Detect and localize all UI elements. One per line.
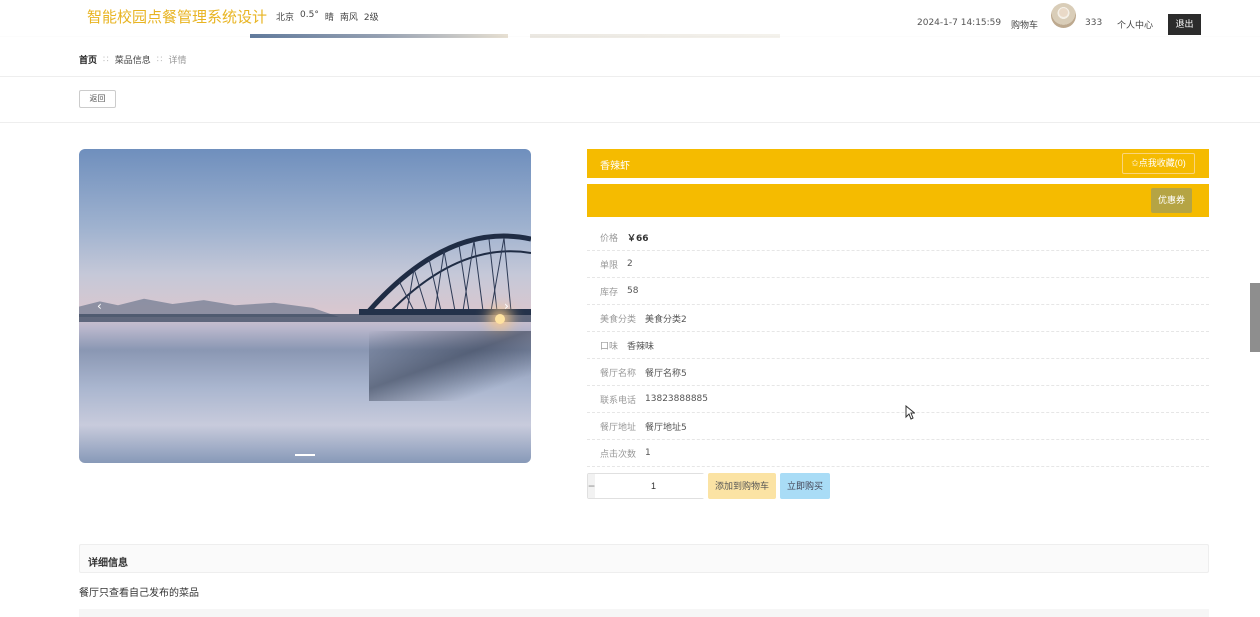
weather-city: 北京 — [276, 13, 295, 23]
weather-temp: 0.5° — [300, 10, 319, 20]
breadcrumb-home[interactable]: 首页 — [79, 53, 97, 66]
field-label: 价格 — [600, 233, 619, 244]
divider — [0, 76, 1260, 77]
avatar[interactable] — [1051, 3, 1076, 28]
quantity-stepper: − + — [587, 473, 720, 499]
weather-wind: 南风 — [339, 13, 358, 23]
field-value: 58 — [627, 286, 639, 296]
banner-strip — [0, 34, 1260, 38]
field-row-price: 价格 ￥66 — [587, 224, 1209, 251]
field-value: 13823888885 — [645, 394, 709, 404]
buy-now-button[interactable]: 立即购买 — [780, 473, 830, 499]
field-label: 联系电话 — [600, 395, 637, 406]
field-row-restaurant: 餐厅名称 餐厅名称5 — [587, 359, 1209, 386]
detail-heading: 详细信息 — [88, 558, 128, 569]
site-title[interactable]: 智能校园点餐管理系统设计 — [87, 6, 267, 27]
breadcrumb: 首页 ∷ 菜品信息 ∷ 详情 — [79, 53, 187, 67]
username: 333 — [1085, 18, 1103, 28]
breadcrumb-separator: ∷ — [103, 54, 109, 65]
field-value: 餐厅名称5 — [645, 368, 687, 379]
top-navbar: 智能校园点餐管理系统设计 北京 0.5° 晴 南风 2级 2024-1-7 14… — [0, 0, 1260, 38]
add-to-cart-button[interactable]: 添加到购物车 — [708, 473, 776, 499]
detail-text: 餐厅只查看自己发布的菜品 — [79, 588, 199, 599]
weather-level: 2级 — [363, 13, 379, 23]
field-label: 点击次数 — [600, 449, 637, 460]
coupon-bar: 优惠券 — [587, 184, 1209, 217]
mouse-cursor-icon — [905, 405, 915, 420]
current-datetime: 2024-1-7 14:15:59 — [917, 18, 1002, 28]
product-image-carousel[interactable]: ‹ › — [79, 149, 531, 463]
carousel-image-reflection — [369, 331, 531, 401]
product-fields: 价格 ￥66 单限 2 库存 58 美食分类 美食分类2 口味 香辣味 餐厅名称… — [587, 224, 1209, 467]
product-title-bar: 香辣虾 ✩点我收藏(0) — [587, 149, 1209, 178]
carousel-indicator[interactable] — [295, 454, 315, 456]
quantity-decrement-button[interactable]: − — [588, 474, 596, 498]
breadcrumb-section[interactable]: 菜品信息 — [115, 53, 151, 66]
detail-content-area — [79, 609, 1209, 617]
breadcrumb-current: 详情 — [168, 56, 187, 66]
field-label: 库存 — [600, 287, 619, 298]
field-value: 1 — [645, 448, 651, 458]
field-row-phone: 联系电话 13823888885 — [587, 386, 1209, 413]
field-label: 美食分类 — [600, 314, 637, 325]
field-value: 香辣味 — [627, 341, 655, 352]
field-value: 美食分类2 — [645, 314, 687, 325]
carousel-prev-icon[interactable]: ‹ — [97, 299, 102, 313]
field-row-limit: 单限 2 — [587, 251, 1209, 278]
product-name: 香辣虾 — [600, 161, 630, 172]
quantity-input[interactable] — [595, 474, 713, 498]
field-value: 2 — [627, 259, 633, 269]
logout-button[interactable]: 退出 — [1168, 14, 1201, 35]
favorite-button[interactable]: ✩点我收藏(0) — [1122, 153, 1195, 174]
field-value: 餐厅地址5 — [645, 422, 687, 433]
field-label: 餐厅地址 — [600, 422, 637, 433]
cart-link[interactable]: 购物车 — [1011, 18, 1038, 31]
field-label: 餐厅名称 — [600, 368, 637, 379]
field-value: ￥66 — [627, 233, 649, 244]
field-row-address: 餐厅地址 餐厅地址5 — [587, 413, 1209, 440]
divider — [0, 122, 1260, 123]
profile-link[interactable]: 个人中心 — [1117, 18, 1153, 31]
field-label: 单限 — [600, 260, 619, 271]
detail-section-header: 详细信息 — [79, 544, 1209, 573]
field-row-category: 美食分类 美食分类2 — [587, 305, 1209, 332]
back-button[interactable]: 返回 — [79, 90, 116, 108]
carousel-image-bridge — [359, 233, 531, 315]
weather-condition: 晴 — [324, 13, 334, 23]
carousel-image-sun — [495, 314, 505, 324]
coupon-button[interactable]: 优惠券 — [1151, 188, 1192, 213]
field-row-flavor: 口味 香辣味 — [587, 332, 1209, 359]
field-row-clicks: 点击次数 1 — [587, 440, 1209, 467]
scrollbar-thumb[interactable] — [1250, 283, 1260, 352]
field-label: 口味 — [600, 341, 619, 352]
carousel-next-icon[interactable]: › — [504, 299, 509, 313]
weather-widget: 北京 0.5° 晴 南风 2级 — [276, 10, 379, 23]
field-row-stock: 库存 58 — [587, 278, 1209, 305]
breadcrumb-separator: ∷ — [156, 54, 163, 65]
